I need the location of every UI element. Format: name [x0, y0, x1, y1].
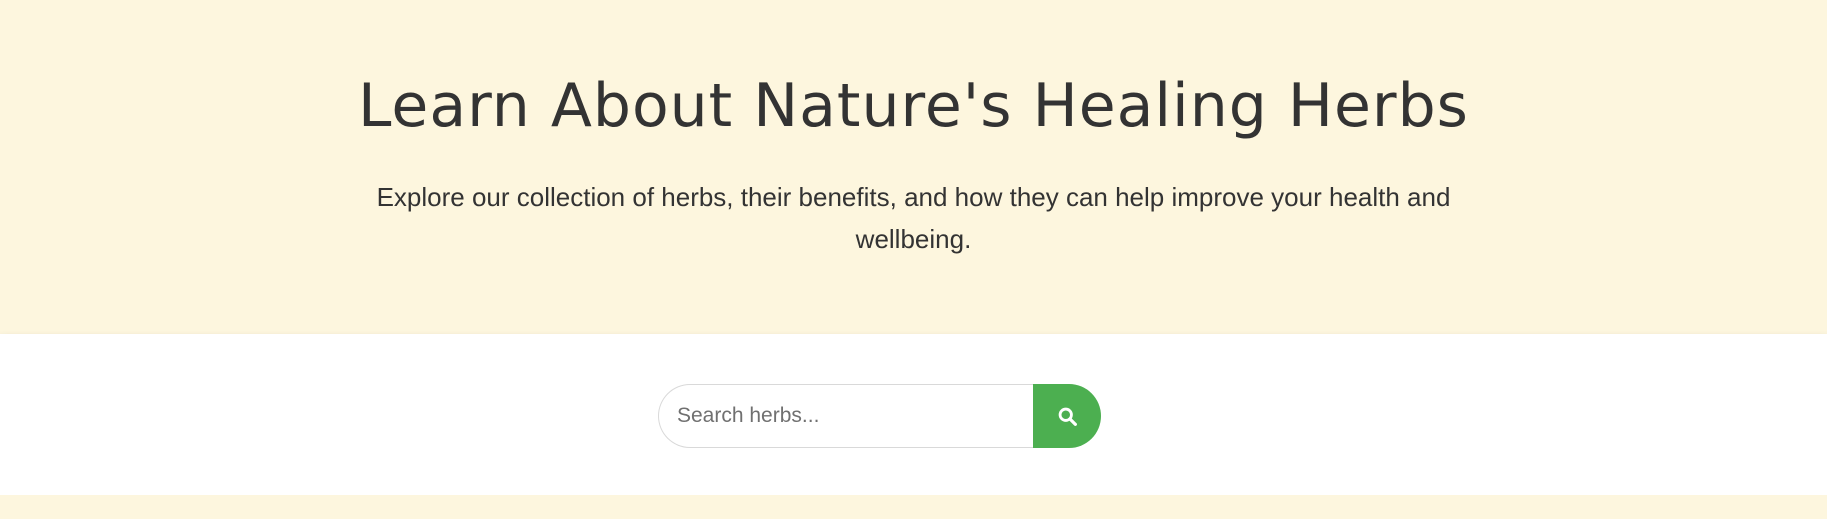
search-section: [0, 334, 1827, 495]
search-icon: [1057, 406, 1078, 427]
next-section-edge: [0, 495, 1827, 519]
search-button[interactable]: [1033, 384, 1101, 448]
hero-subtitle: Explore our collection of herbs, their b…: [376, 182, 1451, 254]
search-form: [658, 384, 1101, 448]
page-title: Learn About Nature's Healing Herbs: [358, 71, 1469, 141]
search-input[interactable]: [658, 384, 1033, 448]
hero-section: Learn About Nature's Healing Herbs Explo…: [0, 0, 1827, 334]
